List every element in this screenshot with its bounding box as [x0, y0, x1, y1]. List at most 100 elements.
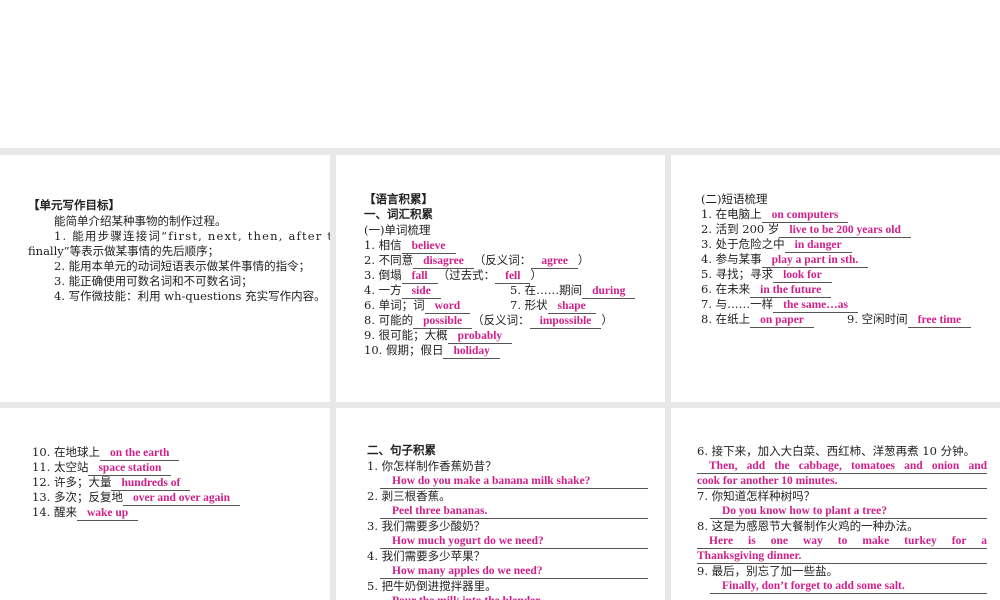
vocab-item: 2. 不同意 disagree （反义词： agree） [364, 253, 589, 269]
slide-writing-goals[interactable]: 【单元写作目标】 能简单介绍某种事物的制作过程。 1. 能用步骤连接词“firs… [0, 155, 330, 402]
prompt-text: 7. 与……一样 [701, 297, 774, 311]
sentence-answer[interactable]: Peel three bananas. [380, 504, 648, 519]
vocab-item: 10. 在地球上 on the earth [32, 445, 180, 461]
prompt-text: 1. 在电脑上 [701, 207, 762, 221]
vocab-line: 8. 可能的 possible （反义词： impossible） [364, 313, 659, 329]
answer-blank[interactable]: wake up [76, 507, 139, 521]
prompt-text: 13. 多次；反复地 [32, 490, 123, 504]
vocab-line: 12. 许多；大量 hundreds of [32, 475, 327, 491]
prompt-text: 14. 醒来 [32, 505, 77, 519]
vocab-line: 8. 在纸上 on paper 9. 空闲时间 free time [701, 312, 996, 328]
vocab-item: 2. 活到 200 岁 live to be 200 years old [701, 222, 911, 238]
answer-blank[interactable]: over and over again [122, 492, 240, 506]
sentence-answer[interactable]: Thanksgiving dinner. [697, 549, 987, 564]
answer-blank[interactable]: look for [773, 269, 832, 283]
sentence-answer[interactable]: How do you make a banana milk shake? [380, 474, 648, 489]
vocab-line: 1. 在电脑上 on computers [701, 207, 996, 223]
answer-blank[interactable]: shape [547, 300, 596, 314]
vocab-item: 8. 在纸上 on paper [701, 312, 814, 328]
prompt-text: 12. 许多；大量 [32, 475, 112, 489]
answer-blank[interactable]: in danger [784, 239, 852, 253]
vocab-item: 5. 寻找；寻求 look for [701, 267, 832, 283]
sentence-answer[interactable]: Then, add the cabbage, tomatoes and onio… [697, 459, 987, 474]
sentence-prompt: 9. 最后，别忘了加一些盐。 [697, 564, 839, 578]
answer-blank[interactable]: in the future [750, 284, 832, 298]
answer-blank[interactable]: probably [447, 330, 513, 344]
prompt-text: 7. 形状 [510, 298, 548, 312]
slide-sentences[interactable]: 二、句子积累 1. 你怎样制作香蕉奶昔？ How do you make a ba… [336, 408, 665, 600]
sentence-answer[interactable]: How much yogurt do we need? [380, 534, 648, 549]
slide-phrases-continued[interactable]: 10. 在地球上 on the earth 11. 太空站 space station… [0, 408, 330, 600]
answer-blank[interactable]: possible [413, 315, 473, 329]
goal-line: 4. 写作微技能：利用 wh-questions 充实写作内容。 [54, 289, 326, 303]
slide-sentences-continued[interactable]: 6. 接下来，加入大白菜、西红柿、洋葱再煮 10 分钟。 Then, add th… [671, 408, 1000, 600]
prompt-text: 2. 活到 200 岁 [701, 222, 780, 236]
prompt-text: ） [601, 313, 613, 327]
answer-blank[interactable]: fell [495, 270, 531, 284]
answer-blank[interactable]: side [401, 285, 441, 299]
answer-blank[interactable]: on paper [750, 314, 814, 328]
phrase-list-continued: 10. 在地球上 on the earth 11. 太空站 space station… [32, 445, 327, 521]
answer-blank[interactable]: live to be 200 years old [779, 224, 911, 238]
answer-blank[interactable]: on computers [761, 209, 849, 223]
prompt-text: 2. 不同意 [364, 253, 414, 267]
vocab-line: 10. 假期；假日 holiday [364, 343, 659, 359]
answer-blank[interactable]: agree [531, 255, 578, 269]
answer-blank[interactable]: word [424, 300, 471, 314]
vocab-line: 3. 处于危险之中 in danger [701, 237, 996, 253]
answer-blank[interactable]: disagree [413, 255, 474, 269]
answer-blank[interactable]: fall [401, 270, 438, 284]
prompt-text: 5. 在……期间 [510, 283, 583, 297]
sentence-answer[interactable]: cook for another 10 minutes. [697, 474, 987, 489]
vocab-line: 3. 倒塌 fall （过去式： fell） [364, 268, 659, 284]
prompt-text: （反义词： [473, 253, 532, 267]
vocab-item: 9. 很可能；大概 probably [364, 328, 513, 344]
answer-blank[interactable]: the same…as [773, 299, 858, 313]
slide-vocabulary[interactable]: 【语言积累】 一、词汇积累 (一)单词梳理 1. 相信 believe 2. 不同意… [336, 155, 665, 402]
sentence-answer[interactable]: Pour the milk into the blender. [380, 594, 648, 600]
prompt-text: 3. 倒塌 [364, 268, 402, 282]
vocab-line: 7. 与……一样 the same…as [701, 297, 996, 313]
prompt-text: ） [530, 268, 542, 282]
vocab-line: 4. 一方 side 5. 在……期间 during [364, 283, 659, 299]
prompt-text: 8. 在纸上 [701, 312, 751, 326]
sentence-answer[interactable]: Do you know how to plant a tree? [710, 504, 987, 519]
vocab-item: 9. 空闲时间 free time [847, 312, 972, 328]
vocab-line: 6. 单词；词 word 7. 形状 shape [364, 298, 659, 314]
vocab-line: 9. 很可能；大概 probably [364, 328, 659, 344]
sentence-list: 1. 你怎样制作香蕉奶昔？ How do you make a banana mi… [367, 459, 648, 600]
slide-phrases[interactable]: (二)短语梳理 1. 在电脑上 on computers 2. 活到 200 岁 li… [671, 155, 1000, 402]
goal-line: 1. 能用步骤连接词“first, next, then, after that… [54, 229, 330, 243]
sentence-answer[interactable]: How many apples do we need? [380, 564, 648, 579]
sentence-list-continued: 6. 接下来，加入大白菜、西红柿、洋葱再煮 10 分钟。 Then, add th… [697, 444, 987, 594]
answer-blank[interactable]: holiday [443, 345, 500, 359]
answer-blank[interactable]: believe [401, 240, 456, 254]
vocab-item: 3. 倒塌 fall （过去式： fell） [364, 268, 542, 284]
answer-blank[interactable]: hundreds of [111, 477, 191, 491]
sentence-answer[interactable]: Here is one way to make turkey for a [697, 534, 987, 549]
vocab-item: 6. 单词；词 word [364, 298, 471, 314]
vocab-line: 2. 活到 200 岁 live to be 200 years old [701, 222, 996, 238]
prompt-text: （过去式： [437, 268, 496, 282]
sentence-answer[interactable]: Finally, don’t forget to add some salt. [710, 579, 987, 594]
answer-blank[interactable]: free time [907, 314, 972, 328]
prompt-text: 1. 相信 [364, 238, 402, 252]
answer-blank[interactable]: during [582, 285, 636, 299]
prompt-text: 8. 可能的 [364, 313, 414, 327]
vocab-item: 1. 相信 believe [364, 238, 456, 254]
answer-blank[interactable]: play a part in sth. [761, 254, 869, 268]
vocab-item: 14. 醒来 wake up [32, 505, 139, 521]
prompt-text: 11. 太空站 [32, 460, 89, 474]
prompt-text: 4. 一方 [364, 283, 402, 297]
answer-blank[interactable]: space station [88, 462, 172, 476]
vocab-item: 10. 假期；假日 holiday [364, 343, 500, 359]
answer-blank[interactable]: on the earth [99, 447, 180, 461]
answer-blank[interactable]: impossible [529, 315, 602, 329]
sentence-prompt: 1. 你怎样制作香蕉奶昔？ [367, 459, 497, 473]
vocab-section-title: 【语言积累】 [364, 194, 433, 206]
vocab-list: 1. 相信 believe 2. 不同意 disagree （反义词： agree） 3. … [364, 238, 659, 359]
prompt-text: 10. 假期；假日 [364, 343, 444, 357]
sentence-heading: 二、句子积累 [367, 445, 436, 457]
vocab-line: 10. 在地球上 on the earth [32, 445, 327, 461]
sentence-prompt: 4. 我们需要多少苹果？ [367, 549, 486, 563]
